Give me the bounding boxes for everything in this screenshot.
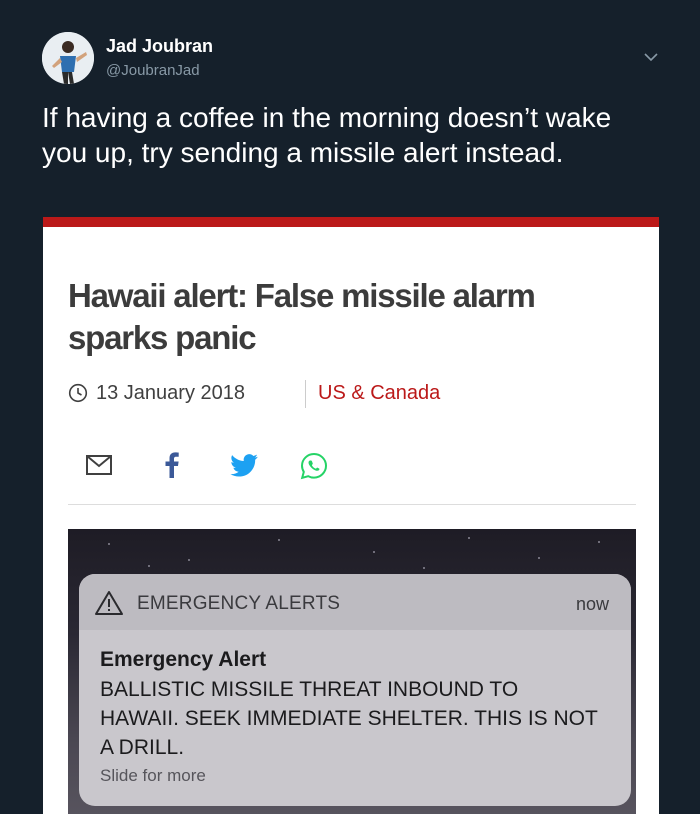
- emergency-notification[interactable]: EMERGENCY ALERTS now Emergency Alert BAL…: [79, 574, 631, 806]
- article-date: 13 January 2018: [96, 382, 246, 404]
- article-headline: Hawaii alert: False missile alarm sparks…: [68, 277, 536, 356]
- chevron-down-icon[interactable]: [642, 48, 660, 66]
- tweet-text: If having a coffee in the morning doesn’…: [42, 102, 612, 168]
- slide-for-more[interactable]: Slide for more: [100, 766, 206, 786]
- warning-icon: [94, 590, 124, 616]
- divider: [68, 504, 636, 505]
- avatar[interactable]: [42, 32, 94, 84]
- facebook-icon[interactable]: [165, 452, 179, 483]
- author-handle[interactable]: @JoubranJad: [106, 62, 200, 79]
- notification-app-name: EMERGENCY ALERTS: [137, 593, 341, 614]
- notification-body: BALLISTIC MISSILE THREAT INBOUND TO HAWA…: [100, 678, 598, 759]
- article-screenshot[interactable]: Hawaii alert: False missile alarm sparks…: [43, 217, 659, 814]
- brand-bar: [43, 217, 659, 227]
- section-link[interactable]: US & Canada: [318, 382, 440, 405]
- alert-photo: EMERGENCY ALERTS now Emergency Alert BAL…: [68, 529, 636, 814]
- twitter-icon[interactable]: [230, 454, 258, 482]
- clock-icon: [68, 383, 88, 403]
- whatsapp-icon[interactable]: [300, 452, 328, 485]
- email-icon[interactable]: [86, 455, 112, 480]
- notification-time: now: [575, 594, 609, 614]
- divider: [305, 380, 306, 408]
- notification-title: Emergency Alert: [100, 648, 267, 671]
- author-name[interactable]: Jad Joubran: [106, 36, 213, 57]
- article-meta: 13 January 2018 US & Canada: [68, 380, 628, 410]
- tweet-header: Jad Joubran @JoubranJad: [42, 32, 662, 88]
- share-bar: [86, 452, 386, 482]
